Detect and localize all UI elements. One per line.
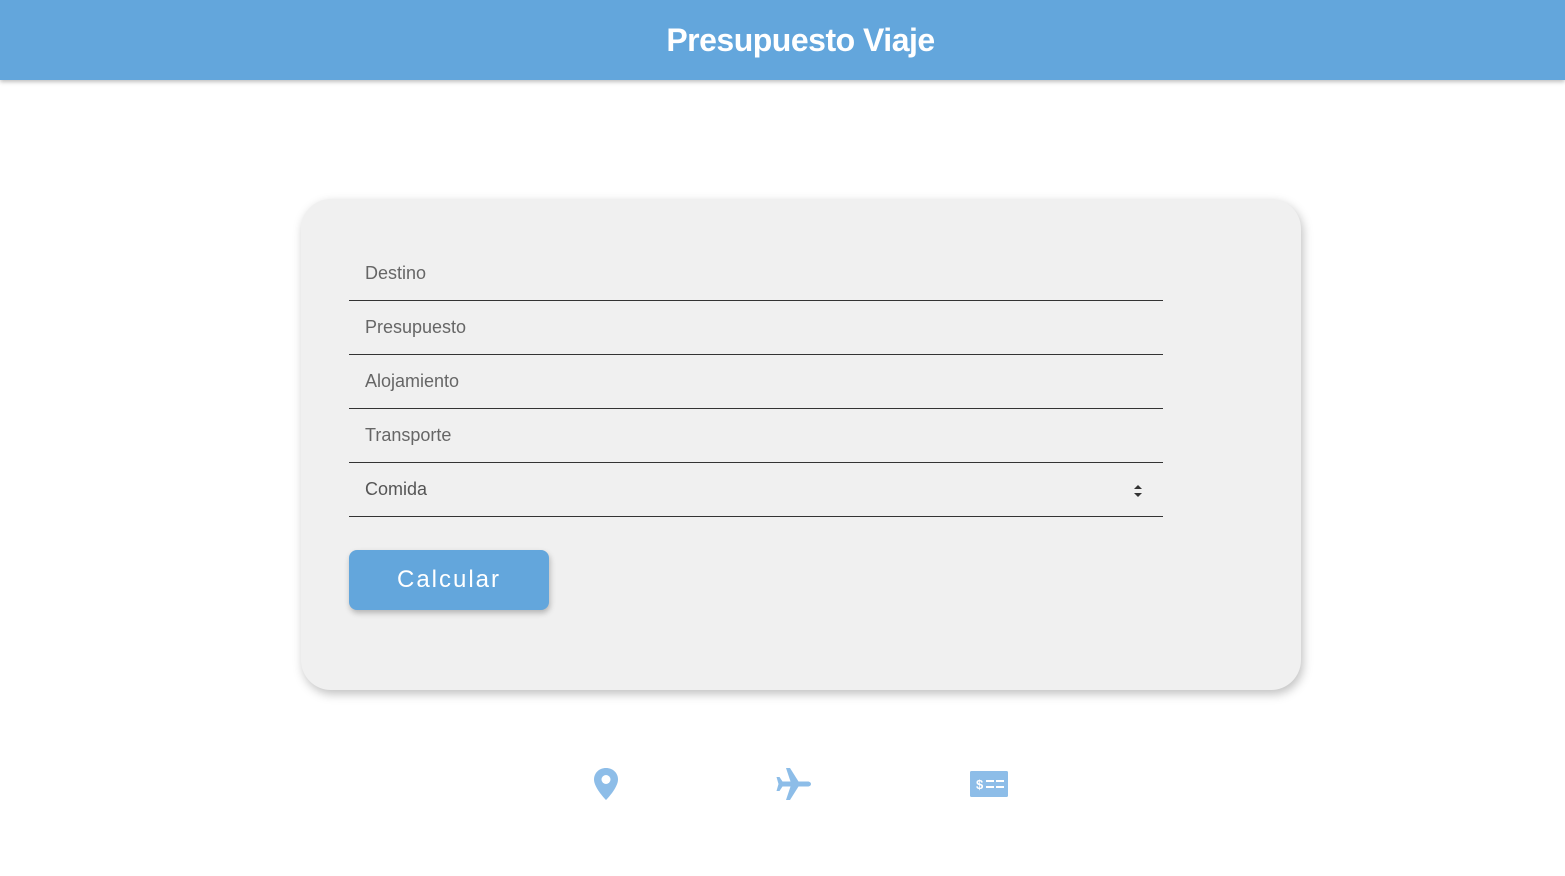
calcular-button[interactable]: Calcular <box>349 550 549 610</box>
destino-field <box>349 247 1163 301</box>
map-pin-icon <box>590 765 622 803</box>
transporte-input[interactable] <box>365 425 1163 446</box>
presupuesto-field <box>349 301 1163 355</box>
page-title: Presupuesto Viaje <box>666 21 935 58</box>
comida-select[interactable]: Comida <box>349 463 1163 517</box>
destino-input[interactable] <box>365 263 1163 284</box>
transporte-field <box>349 409 1163 463</box>
comida-select-value: Comida <box>365 479 428 499</box>
budget-form-card: Comida Calcular <box>301 199 1301 690</box>
app-header: Presupuesto Viaje <box>0 0 1565 80</box>
money-bill-icon: $ <box>968 765 1010 803</box>
alojamiento-input[interactable] <box>365 371 1163 392</box>
airplane-icon <box>774 765 814 803</box>
presupuesto-input[interactable] <box>365 317 1163 338</box>
alojamiento-field <box>349 355 1163 409</box>
svg-text:$: $ <box>976 777 984 792</box>
select-arrows-icon <box>1134 485 1142 497</box>
